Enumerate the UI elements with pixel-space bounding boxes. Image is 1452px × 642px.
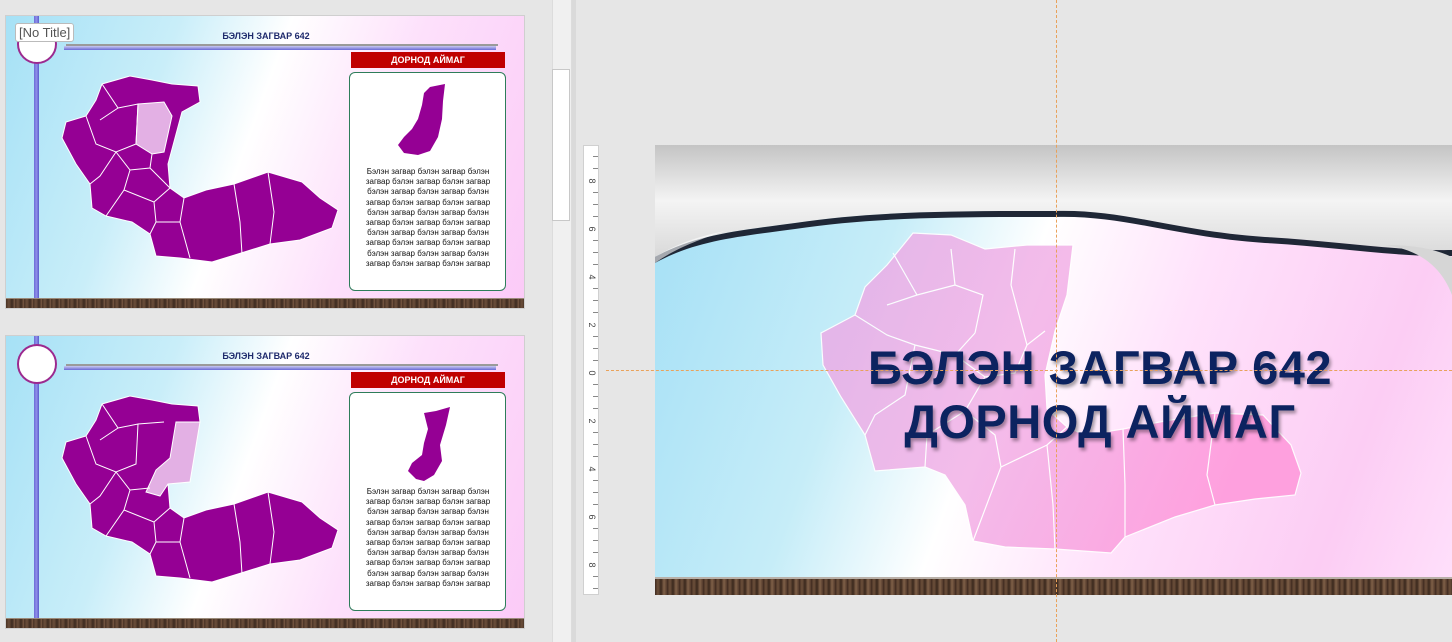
slide-thumbnail-pane[interactable]: БЭЛЭН ЗАГВАР 642 ДОРНОД АЙМАГ Бэлэн загв…: [0, 0, 552, 642]
slide-title[interactable]: БЭЛЭН ЗАГВАР 642 ДОРНОД АЙМАГ: [805, 341, 1395, 449]
header-underline: [64, 46, 496, 50]
ruler-label: 8: [587, 178, 597, 184]
mongolia-map: [61, 395, 339, 583]
ruler-label: 0: [587, 370, 597, 376]
slide-title-line-2: ДОРНОД АЙМАГ: [904, 395, 1296, 448]
body-text: Бэлэн загвар бэлэн загвар бэлэн загвар б…: [365, 167, 491, 268]
ruler-label: 4: [587, 466, 597, 472]
no-title-tooltip: [No Title]: [15, 23, 75, 42]
slide-thumbnail-1[interactable]: БЭЛЭН ЗАГВАР 642 ДОРНОД АЙМАГ Бэлэн загв…: [5, 15, 525, 309]
header-underline: [64, 366, 496, 370]
ruler-label: 6: [587, 514, 597, 520]
thumbnail-scrollbar-thumb[interactable]: [552, 69, 570, 221]
ground-strip: [6, 618, 524, 628]
vertical-ruler: 8 6 4 2 0 2 4 6 8: [583, 145, 599, 595]
dornod-shape-icon: [398, 84, 445, 155]
vertical-guide[interactable]: [1056, 0, 1057, 642]
ground-strip: [6, 298, 524, 308]
province-shape-icon: [408, 407, 450, 481]
ruler-label: 8: [587, 562, 597, 568]
slide-header: БЭЛЭН ЗАГВАР 642: [222, 351, 310, 361]
slide-title-line-1: БЭЛЭН ЗАГВАР 642: [867, 341, 1333, 394]
presentation-editor: БЭЛЭН ЗАГВАР 642 ДОРНОД АЙМАГ Бэлэн загв…: [0, 0, 1452, 642]
province-banner: ДОРНОД АЙМАГ: [351, 52, 505, 68]
ground-strip: [655, 577, 1452, 595]
ruler-label: 2: [587, 418, 597, 424]
pane-splitter[interactable]: [572, 0, 576, 642]
info-box: Бэлэн загвар бэлэн загвар бэлэн загвар б…: [349, 392, 506, 611]
slide-thumbnail-2[interactable]: БЭЛЭН ЗАГВАР 642 ДОРНОД АЙМАГ Бэлэн загв…: [5, 335, 525, 629]
info-box: Бэлэн загвар бэлэн загвар бэлэн загвар б…: [349, 72, 506, 291]
corner-circle: [17, 344, 57, 384]
ruler-label: 2: [587, 322, 597, 328]
ruler-label: 4: [587, 274, 597, 280]
slide-header: БЭЛЭН ЗАГВАР 642: [222, 31, 310, 41]
horizontal-guide[interactable]: [606, 370, 1452, 371]
body-text: Бэлэн загвар бэлэн загвар бэлэн загвар б…: [365, 487, 491, 588]
ruler-label: 6: [587, 226, 597, 232]
mongolia-map: [61, 75, 339, 263]
province-banner: ДОРНОД АЙМАГ: [351, 372, 505, 388]
